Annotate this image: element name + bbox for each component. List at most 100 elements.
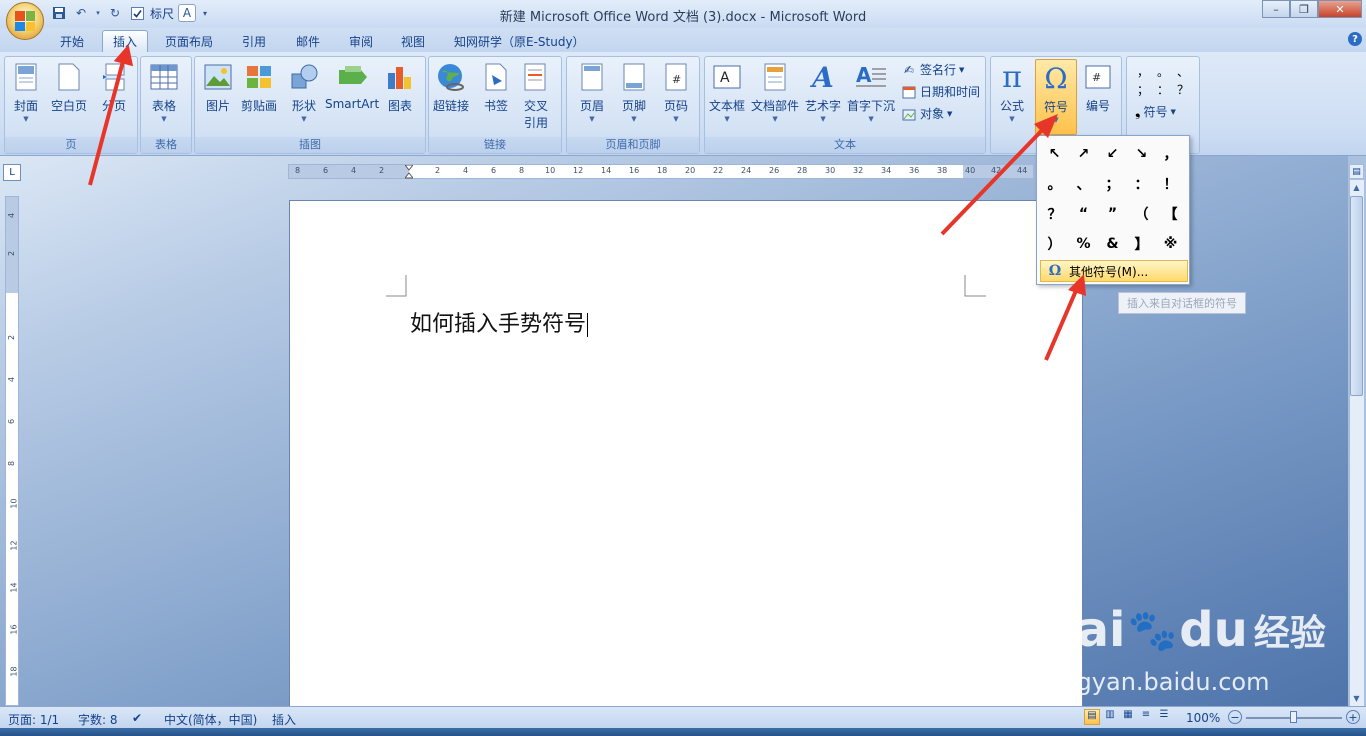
special-symbol-button[interactable]: ❟ 符号 ▼ xyxy=(1135,103,1176,120)
symbol-cell[interactable]: ” xyxy=(1098,199,1127,229)
proofing-icon[interactable]: ✔ xyxy=(132,711,142,725)
format-icon[interactable]: A xyxy=(178,4,197,22)
horizontal-ruler[interactable]: 8 6 4 2 2 4 6 8 10 12 14 16 18 20 22 24 … xyxy=(288,164,1034,179)
group-label: 插图 xyxy=(195,137,425,153)
tab-cnki[interactable]: 知网研学（原E-Study） xyxy=(444,30,595,52)
watermark-brand: Bai xyxy=(1040,602,1126,658)
textbox-button[interactable]: A 文本框 ▼ xyxy=(709,61,745,123)
page-number-button[interactable]: # 页码 ▼ xyxy=(661,61,691,123)
language-indicator[interactable]: 中文(简体，中国) xyxy=(164,711,257,728)
page-count[interactable]: 页面: 1/1 xyxy=(8,711,59,728)
tab-references[interactable]: 引用 xyxy=(232,30,276,52)
zoom-slider-thumb[interactable] xyxy=(1290,711,1297,723)
symbol-cell[interactable]: ！ xyxy=(1156,169,1185,199)
symbol-cell[interactable]: ， xyxy=(1156,139,1185,169)
symbol-cell[interactable]: ； xyxy=(1098,169,1127,199)
clipart-button[interactable]: 剪贴画 xyxy=(241,61,277,114)
picture-button[interactable]: 图片 xyxy=(203,61,233,114)
customize-qat-icon[interactable]: ▾ xyxy=(200,4,210,22)
signature-line-button[interactable]: ✍ 签名行 ▼ xyxy=(901,61,964,78)
undo-icon[interactable]: ↶ xyxy=(72,4,90,22)
chevron-down-icon: ▼ xyxy=(1170,107,1176,116)
symbol-cell[interactable]: 、 xyxy=(1173,63,1193,81)
drop-cap-button[interactable]: A 首字下沉 ▼ xyxy=(847,61,895,123)
symbol-cell[interactable]: ↘ xyxy=(1127,139,1156,169)
header-button[interactable]: 页眉 ▼ xyxy=(577,61,607,123)
symbol-cell[interactable]: & xyxy=(1098,229,1127,259)
symbol-cell[interactable]: 】 xyxy=(1127,229,1156,259)
chevron-down-icon: ▼ xyxy=(589,115,595,123)
cover-button[interactable]: 封面 ▼ xyxy=(11,61,41,123)
table-button[interactable]: 表格 ▼ xyxy=(149,61,179,123)
save-icon[interactable] xyxy=(50,4,68,22)
quick-parts-button[interactable]: 文档部件 ▼ xyxy=(751,61,799,123)
symbol-cell[interactable]: 、 xyxy=(1069,169,1098,199)
vertical-ruler[interactable]: 4 2 2 4 6 8 10 12 14 16 18 xyxy=(5,196,19,706)
chart-icon xyxy=(385,61,415,93)
symbol-cell[interactable]: % xyxy=(1069,229,1098,259)
date-time-button[interactable]: 日期和时间 xyxy=(901,83,980,100)
chevron-down-icon: ▼ xyxy=(631,115,637,123)
smartart-button[interactable]: SmartArt xyxy=(325,61,379,111)
help-icon[interactable]: ? xyxy=(1348,32,1362,46)
quick-parts-icon xyxy=(760,61,790,93)
shapes-icon xyxy=(289,61,319,93)
tab-view[interactable]: 视图 xyxy=(391,30,435,52)
undo-dropdown-icon[interactable]: ▾ xyxy=(94,4,102,22)
document-page[interactable] xyxy=(289,200,1083,710)
scroll-down-icon[interactable]: ▼ xyxy=(1350,692,1363,705)
scroll-up-icon[interactable]: ▲ xyxy=(1350,181,1363,194)
ruler-toggle-icon[interactable]: ▤ xyxy=(1349,164,1364,179)
chevron-down-icon: ▼ xyxy=(724,115,730,123)
chart-button[interactable]: 图表 xyxy=(385,61,415,114)
bookmark-button[interactable]: 书签 xyxy=(481,61,511,114)
indent-marker-icon[interactable] xyxy=(403,164,415,179)
calendar-icon xyxy=(901,84,917,100)
symbol-cell[interactable]: ※ xyxy=(1156,229,1185,259)
symbol-cell[interactable]: （ xyxy=(1127,199,1156,229)
footer-button[interactable]: 页脚 ▼ xyxy=(619,61,649,123)
shapes-button[interactable]: 形状 ▼ xyxy=(289,61,319,123)
taskbar xyxy=(0,728,1366,736)
hyperlink-button[interactable]: 超链接 xyxy=(433,61,469,114)
chevron-down-icon: ▼ xyxy=(673,115,679,123)
print-layout-icon[interactable]: ▤ xyxy=(1084,709,1100,725)
full-screen-reading-icon[interactable]: ▥ xyxy=(1102,709,1118,725)
minimize-button[interactable]: – xyxy=(1262,0,1290,18)
symbol-cell[interactable]: ： xyxy=(1127,169,1156,199)
tab-mailings[interactable]: 邮件 xyxy=(286,30,330,52)
web-layout-icon[interactable]: ▦ xyxy=(1120,709,1136,725)
tab-page-layout[interactable]: 页面布局 xyxy=(155,30,223,52)
tab-review[interactable]: 审阅 xyxy=(339,30,383,52)
ruler-checkbox[interactable] xyxy=(128,4,146,22)
symbol-cell[interactable]: ↙ xyxy=(1098,139,1127,169)
word-count[interactable]: 字数: 8 xyxy=(78,711,118,728)
redo-icon[interactable]: ↻ xyxy=(106,4,124,22)
symbol-cell[interactable]: 。 xyxy=(1153,63,1173,81)
symbol-cell[interactable]: “ xyxy=(1069,199,1098,229)
outline-icon[interactable]: ≡ xyxy=(1138,709,1154,725)
symbol-cell[interactable]: ， xyxy=(1133,63,1153,81)
symbol-cell[interactable]: ； xyxy=(1133,81,1153,99)
numbering-button[interactable]: # 编号 xyxy=(1083,61,1113,114)
symbol-cell[interactable]: 【 xyxy=(1156,199,1185,229)
symbol-cell[interactable]: ↗ xyxy=(1069,139,1098,169)
view-buttons: ▤ ▥ ▦ ≡ ☰ xyxy=(1084,709,1178,726)
close-button[interactable]: ✕ xyxy=(1318,0,1362,18)
scrollbar-thumb[interactable] xyxy=(1350,196,1363,396)
zoom-out-icon[interactable]: − xyxy=(1228,710,1242,724)
zoom-in-icon[interactable]: + xyxy=(1346,710,1360,724)
office-button[interactable] xyxy=(6,2,44,40)
draft-icon[interactable]: ☰ xyxy=(1156,709,1172,725)
symbol-cell[interactable]: ： xyxy=(1153,81,1173,99)
bookmark-icon xyxy=(481,61,511,93)
insert-mode[interactable]: 插入 xyxy=(272,711,296,728)
cross-reference-button[interactable]: 交叉 引用 xyxy=(521,61,551,131)
symbol-cell[interactable]: ？ xyxy=(1173,81,1193,99)
tab-selector[interactable]: L xyxy=(3,164,21,181)
zoom-level[interactable]: 100% xyxy=(1186,711,1220,725)
maximize-button[interactable]: ❐ xyxy=(1290,0,1318,18)
document-text[interactable]: 如何插入手势符号 xyxy=(410,306,589,338)
wordart-button[interactable]: A 艺术字 ▼ xyxy=(805,61,841,124)
cross-reference-icon xyxy=(521,61,551,93)
